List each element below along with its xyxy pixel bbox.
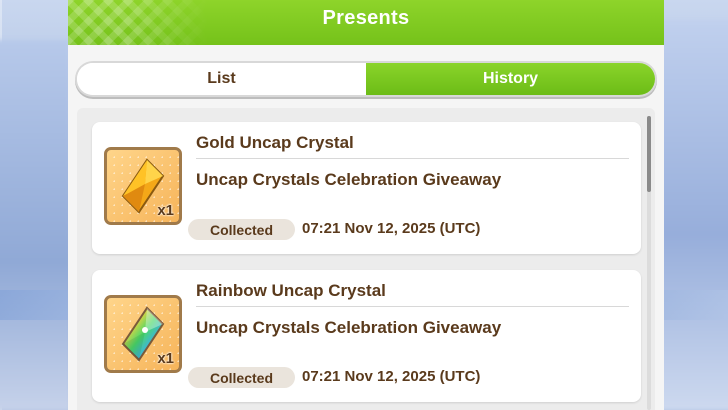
- dialog-header: Presents: [68, 0, 664, 45]
- collected-timestamp: 07:21 Nov 12, 2025 (UTC): [302, 368, 481, 385]
- tab-list[interactable]: List: [77, 63, 366, 95]
- rainbow-crystal-icon: x1: [104, 295, 182, 373]
- quantity-label: x1: [157, 202, 174, 219]
- item-name: Gold Uncap Crystal: [196, 133, 354, 152]
- quantity-label: x1: [157, 350, 174, 367]
- history-item[interactable]: x1 Rainbow Uncap Crystal Uncap Crystals …: [92, 270, 641, 402]
- tab-bar: List History: [77, 63, 655, 95]
- scrollbar-thumb[interactable]: [647, 116, 651, 192]
- history-item[interactable]: x1 Gold Uncap Crystal Uncap Crystals Cel…: [92, 122, 641, 254]
- collected-timestamp: 07:21 Nov 12, 2025 (UTC): [302, 220, 481, 237]
- background-left-blur: [0, 40, 70, 410]
- item-description: Uncap Crystals Celebration Giveaway: [196, 170, 502, 189]
- item-description: Uncap Crystals Celebration Giveaway: [196, 318, 502, 337]
- divider: [196, 158, 629, 159]
- status-badge: Collected: [188, 367, 295, 388]
- status-badge: Collected: [188, 219, 295, 240]
- dialog-title: Presents: [322, 7, 410, 29]
- gold-crystal-icon: x1: [104, 147, 182, 225]
- item-name: Rainbow Uncap Crystal: [196, 281, 386, 300]
- divider: [196, 306, 629, 307]
- tab-history[interactable]: History: [366, 63, 655, 95]
- background-right-blur: [658, 20, 728, 410]
